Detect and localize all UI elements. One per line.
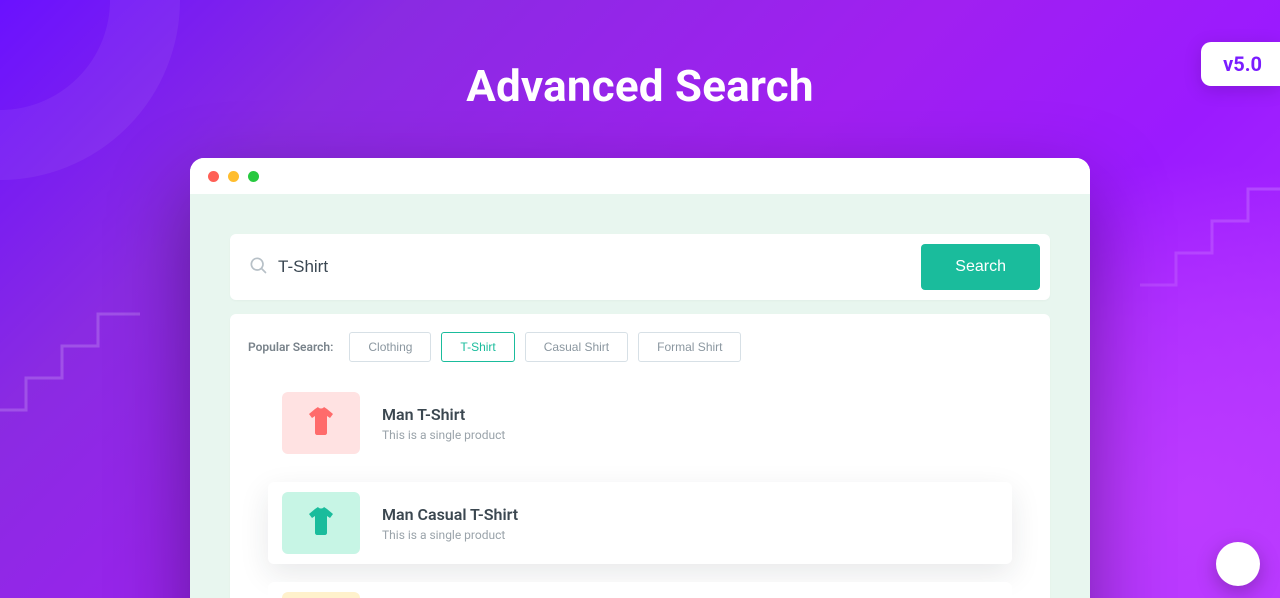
app-window: Search Popular Search: Clothing T-Shirt Ca…: [190, 158, 1090, 598]
popular-tag-t-shirt[interactable]: T-Shirt: [441, 332, 514, 362]
product-thumb: [282, 492, 360, 554]
results-panel: Popular Search: Clothing T-Shirt Casual Sh…: [230, 314, 1050, 598]
product-info: Man T-Shirt This is a single product: [382, 405, 505, 442]
popular-search-label: Popular Search:: [248, 340, 333, 354]
search-icon: [248, 255, 268, 279]
product-item[interactable]: Man Casual T-Shirt This is a single produ…: [268, 482, 1012, 564]
product-subtitle: This is a single product: [382, 528, 518, 542]
search-input[interactable]: [278, 257, 921, 277]
search-bar: Search: [230, 234, 1050, 300]
product-subtitle: This is a single product: [382, 428, 505, 442]
popular-search-row: Popular Search: Clothing T-Shirt Casual Sh…: [248, 332, 1032, 362]
decor-steps-left: [0, 300, 150, 420]
product-item[interactable]: Man T-Shirt This is a single product: [268, 382, 1012, 464]
window-body: Search Popular Search: Clothing T-Shirt Ca…: [190, 194, 1090, 598]
tshirt-icon: [305, 405, 337, 441]
popular-tag-casual-shirt[interactable]: Casual Shirt: [525, 332, 628, 362]
traffic-light-zoom[interactable]: [248, 171, 259, 182]
stage: Advanced Search v5.0 Search Popular Sear…: [0, 0, 1280, 598]
page-title: Advanced Search: [0, 60, 1280, 112]
product-item[interactable]: Casual t-shirtThis is a single product: [268, 582, 1012, 598]
tshirt-icon: [305, 505, 337, 541]
product-thumb: [282, 592, 360, 598]
search-button[interactable]: Search: [921, 244, 1040, 290]
traffic-light-close[interactable]: [208, 171, 219, 182]
product-info: Man Casual T-Shirt This is a single produ…: [382, 505, 518, 542]
version-badge: v5.0: [1201, 42, 1280, 86]
product-thumb: [282, 392, 360, 454]
product-title: Man T-Shirt: [382, 405, 505, 424]
fab-button[interactable]: [1216, 542, 1260, 586]
traffic-light-minimize[interactable]: [228, 171, 239, 182]
product-list: Man T-ShirtThis is a single productMan C…: [248, 382, 1032, 598]
product-title: Man Casual T-Shirt: [382, 505, 518, 524]
popular-tag-formal-shirt[interactable]: Formal Shirt: [638, 332, 741, 362]
popular-tag-clothing[interactable]: Clothing: [349, 332, 431, 362]
window-titlebar: [190, 158, 1090, 194]
